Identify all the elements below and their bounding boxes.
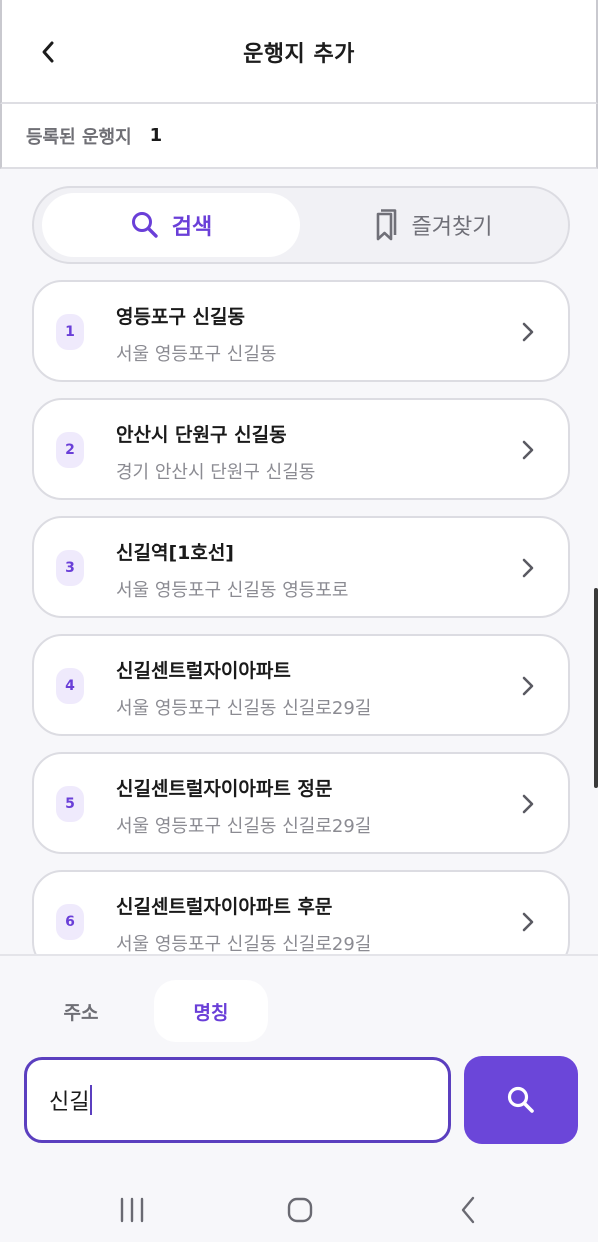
item-name: 영등포구 신길동: [116, 306, 245, 328]
chevron-right-icon: [522, 322, 534, 342]
item-index-badge: 4: [56, 668, 84, 704]
tab-search[interactable]: 검색: [42, 193, 300, 257]
search-icon: [507, 1086, 534, 1113]
tab-favorites-label: 즐겨찾기: [411, 215, 493, 240]
bookmark-icon: [376, 209, 396, 241]
chevron-right-icon: [522, 676, 534, 696]
item-index-badge: 5: [56, 786, 84, 822]
tab-search-label: 검색: [171, 215, 213, 240]
item-address: 서울 영등포구 신길동 신길로29길: [116, 934, 372, 954]
tab-name[interactable]: 명칭: [154, 980, 268, 1042]
result-list: 1 영등포구 신길동 서울 영등포구 신길동 2 안산시 단원구 신길동 경기 …: [0, 278, 598, 954]
system-nav-bar: [0, 1174, 598, 1242]
chevron-right-icon: [522, 794, 534, 814]
recents-icon: [120, 1197, 144, 1223]
registered-label: 등록된 운행지: [26, 126, 132, 148]
search-icon: [131, 212, 158, 238]
search-input-value: 신길: [49, 1090, 90, 1115]
item-name: 안산시 단원구 신길동: [116, 424, 287, 446]
search-input[interactable]: 신길: [24, 1057, 451, 1143]
system-back-button[interactable]: [438, 1188, 498, 1232]
home-icon: [287, 1197, 313, 1223]
list-item[interactable]: 2 안산시 단원구 신길동 경기 안산시 단원구 신길동: [32, 398, 570, 500]
tab-address[interactable]: 주소: [24, 980, 138, 1042]
segment-control: 검색 즐겨찾기: [32, 186, 570, 264]
item-address: 서울 영등포구 신길동: [116, 344, 277, 365]
page-title: 운행지 추가: [243, 42, 355, 67]
chevron-right-icon: [522, 558, 534, 578]
item-name: 신길센트럴자이아파트: [116, 660, 291, 682]
back-icon: [461, 1196, 475, 1224]
search-button[interactable]: [464, 1056, 578, 1144]
registered-count: 1: [149, 125, 163, 146]
search-panel: 주소 명칭 신길: [0, 954, 598, 1174]
item-index-badge: 6: [56, 904, 84, 940]
list-item[interactable]: 6 신길센트럴자이아파트 후문 서울 영등포구 신길동 신길로29길: [32, 870, 570, 954]
chevron-right-icon: [522, 912, 534, 932]
item-index-badge: 1: [56, 314, 84, 350]
app-header: 운행지 추가: [0, 0, 598, 104]
scrollbar[interactable]: [594, 588, 598, 788]
registered-count-bar: 등록된 운행지 1: [0, 104, 598, 169]
item-address: 경기 안산시 단원구 신길동: [116, 462, 316, 483]
text-caret: [90, 1085, 93, 1115]
item-index-badge: 2: [56, 432, 84, 468]
item-address: 서울 영등포구 신길동 영등포로: [116, 580, 349, 601]
chevron-right-icon: [522, 440, 534, 460]
item-index-badge: 3: [56, 550, 84, 586]
home-button[interactable]: [270, 1188, 330, 1232]
item-name: 신길센트럴자이아파트 정문: [116, 778, 333, 800]
recents-button[interactable]: [102, 1188, 162, 1232]
item-name: 신길센트럴자이아파트 후문: [116, 896, 333, 918]
item-name: 신길역[1호선]: [116, 542, 234, 564]
list-item[interactable]: 5 신길센트럴자이아파트 정문 서울 영등포구 신길동 신길로29길: [32, 752, 570, 854]
list-item[interactable]: 1 영등포구 신길동 서울 영등포구 신길동: [32, 280, 570, 382]
item-address: 서울 영등포구 신길동 신길로29길: [116, 816, 372, 837]
item-address: 서울 영등포구 신길동 신길로29길: [116, 698, 372, 719]
list-item[interactable]: 3 신길역[1호선] 서울 영등포구 신길동 영등포로: [32, 516, 570, 618]
list-item[interactable]: 4 신길센트럴자이아파트 서울 영등포구 신길동 신길로29길: [32, 634, 570, 736]
tab-favorites[interactable]: 즐겨찾기: [302, 193, 560, 257]
